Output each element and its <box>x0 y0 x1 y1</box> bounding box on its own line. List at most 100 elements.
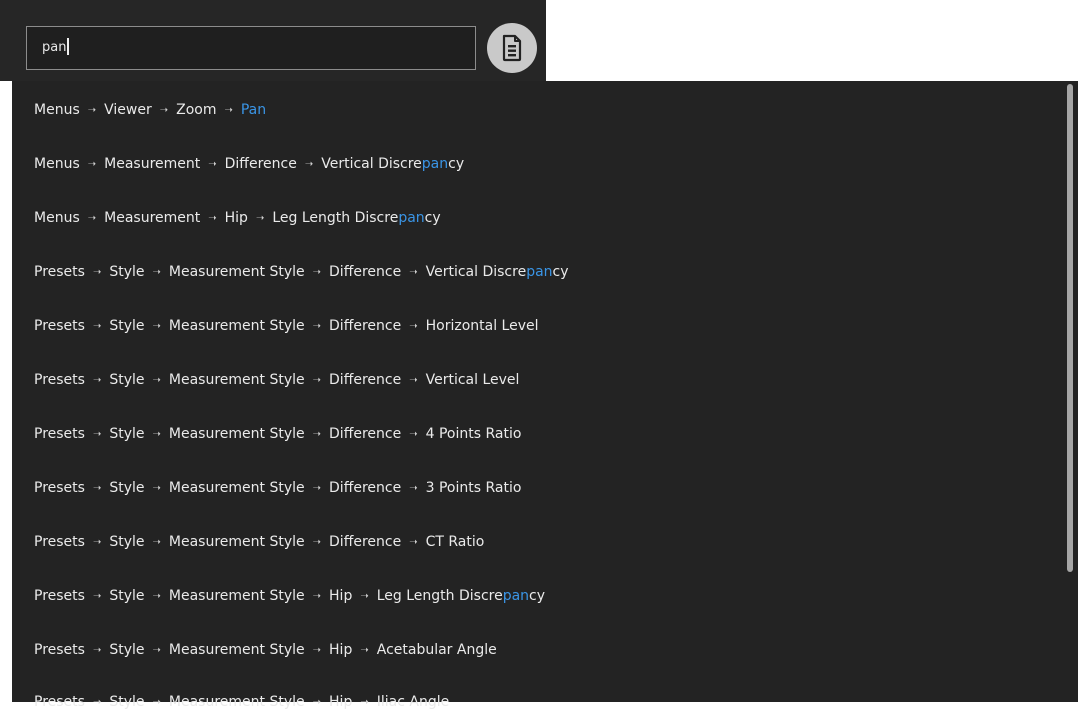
result-leaf-suffix: cy <box>529 588 546 604</box>
arrow-right-icon: ➝ <box>312 536 322 548</box>
text-caret <box>67 38 70 55</box>
result-path-segment: Style <box>109 480 145 496</box>
result-path-segment: Style <box>109 642 145 658</box>
result-path-segment: Style <box>109 588 145 604</box>
arrow-right-icon: ➝ <box>87 158 97 170</box>
result-item[interactable]: Menus ➝ Measurement ➝ Hip ➝ Leg Length Discre p… <box>12 201 1052 235</box>
result-match-highlight: pan <box>421 156 449 172</box>
result-item[interactable]: Presets ➝ Style ➝ Measurement Style ➝ Differen… <box>12 255 1052 289</box>
search-bar: pan <box>0 0 546 81</box>
result-item[interactable]: Menus ➝ Measurement ➝ Difference ➝ Vertical Di… <box>12 147 1052 181</box>
result-path-segment: Hip <box>329 694 353 710</box>
result-item[interactable]: Menus ➝ Viewer ➝ Zoom ➝ Pan <box>12 93 1052 127</box>
arrow-right-icon: ➝ <box>409 374 418 386</box>
result-path-segment: Measurement <box>104 210 201 226</box>
arrow-right-icon: ➝ <box>312 374 322 386</box>
result-path-segment: Difference <box>329 534 402 550</box>
arrow-right-icon: ➝ <box>152 374 161 386</box>
result-leaf-label: Leg Length Discre <box>376 588 503 604</box>
arrow-right-icon: ➝ <box>92 374 102 386</box>
search-input[interactable]: pan <box>26 26 476 70</box>
arrow-right-icon: ➝ <box>312 428 322 440</box>
search-input-value: pan <box>42 40 67 55</box>
document-button[interactable] <box>487 23 537 73</box>
result-match-highlight: pan <box>398 210 425 226</box>
result-leaf-label: Acetabular Angle <box>376 642 497 658</box>
arrow-right-icon: ➝ <box>92 266 102 278</box>
arrow-right-icon: ➝ <box>409 482 418 494</box>
result-leaf-label: CT Ratio <box>425 534 485 550</box>
arrow-right-icon: ➝ <box>92 696 102 708</box>
result-leaf-suffix: cy <box>424 210 441 226</box>
arrow-right-icon: ➝ <box>312 266 322 278</box>
arrow-right-icon: ➝ <box>312 590 322 602</box>
arrow-right-icon: ➝ <box>152 320 161 332</box>
result-path-segment: Difference <box>224 156 297 172</box>
search-input-value-wrap: pan <box>42 37 70 59</box>
result-path-segment: Presets <box>34 318 85 334</box>
result-path-segment: Difference <box>329 372 402 388</box>
result-path-segment: Hip <box>329 588 353 604</box>
arrow-right-icon: ➝ <box>409 266 418 278</box>
result-path-segment: Measurement Style <box>168 372 305 388</box>
arrow-right-icon: ➝ <box>224 104 233 116</box>
arrow-right-icon: ➝ <box>208 212 217 224</box>
result-path-segment: Difference <box>329 318 402 334</box>
result-match-highlight: pan <box>502 588 530 604</box>
result-path-segment: Style <box>109 372 145 388</box>
arrow-right-icon: ➝ <box>159 104 169 116</box>
result-leaf-label: Vertical Level <box>425 372 520 388</box>
result-path-segment: Menus <box>34 210 80 226</box>
arrow-right-icon: ➝ <box>152 696 161 708</box>
arrow-right-icon: ➝ <box>152 590 161 602</box>
result-path-segment: Presets <box>34 588 85 604</box>
arrow-right-icon: ➝ <box>92 428 102 440</box>
arrow-right-icon: ➝ <box>304 158 314 170</box>
arrow-right-icon: ➝ <box>312 482 322 494</box>
result-path-segment: Menus <box>34 102 80 118</box>
arrow-right-icon: ➝ <box>92 482 102 494</box>
result-path-segment: Measurement Style <box>168 588 305 604</box>
result-item[interactable]: Presets ➝ Style ➝ Measurement Style ➝ Differen… <box>12 363 1052 397</box>
result-path-segment: Style <box>109 318 145 334</box>
result-path-segment: Presets <box>34 426 85 442</box>
arrow-right-icon: ➝ <box>312 696 322 708</box>
result-path-segment: Style <box>109 426 145 442</box>
arrow-right-icon: ➝ <box>92 536 102 548</box>
search-results-list: Menus ➝ Viewer ➝ Zoom ➝ Pan Menus ➝ Measurement ➝ D… <box>12 81 1078 710</box>
result-leaf-label: 3 Points Ratio <box>425 480 522 496</box>
result-path-segment: Measurement Style <box>168 318 305 334</box>
result-path-segment: Presets <box>34 534 85 550</box>
result-match-highlight: pan <box>526 264 553 280</box>
result-path-segment: Style <box>109 694 145 710</box>
result-path-segment: Hip <box>329 642 353 658</box>
result-path-segment: Presets <box>34 264 85 280</box>
result-path-segment: Measurement Style <box>168 264 305 280</box>
result-item[interactable]: Presets ➝ Style ➝ Measurement Style ➝ Hip ➝ Acet… <box>12 633 1052 667</box>
arrow-right-icon: ➝ <box>152 644 161 656</box>
result-path-segment: Measurement Style <box>168 480 305 496</box>
result-item[interactable]: Presets ➝ Style ➝ Measurement Style ➝ Hip ➝ Leg … <box>12 579 1052 613</box>
arrow-right-icon: ➝ <box>87 104 97 116</box>
arrow-right-icon: ➝ <box>92 644 102 656</box>
result-path-segment: Style <box>109 264 145 280</box>
result-path-segment: Viewer <box>104 102 152 118</box>
result-item[interactable]: Presets ➝ Style ➝ Measurement Style ➝ Differen… <box>12 471 1052 505</box>
result-leaf-label: Vertical Discre <box>321 156 422 172</box>
result-item[interactable]: Presets ➝ Style ➝ Measurement Style ➝ Differen… <box>12 309 1052 343</box>
scrollbar-thumb[interactable] <box>1067 84 1073 572</box>
result-item[interactable]: Presets ➝ Style ➝ Measurement Style ➝ Differen… <box>12 417 1052 451</box>
result-item[interactable]: Presets ➝ Style ➝ Measurement Style ➝ Hip ➝ Ilia… <box>12 685 1052 719</box>
arrow-right-icon: ➝ <box>208 158 217 170</box>
arrow-right-icon: ➝ <box>152 536 161 548</box>
arrow-right-icon: ➝ <box>92 590 102 602</box>
result-path-segment: Measurement Style <box>168 534 305 550</box>
arrow-right-icon: ➝ <box>152 428 161 440</box>
result-path-segment: Zoom <box>176 102 217 118</box>
result-path-segment: Presets <box>34 480 85 496</box>
result-leaf-label: Leg Length Discre <box>272 210 399 226</box>
result-path-segment: Difference <box>329 426 402 442</box>
arrow-right-icon: ➝ <box>255 212 265 224</box>
arrow-right-icon: ➝ <box>87 212 97 224</box>
result-item[interactable]: Presets ➝ Style ➝ Measurement Style ➝ Differen… <box>12 525 1052 559</box>
